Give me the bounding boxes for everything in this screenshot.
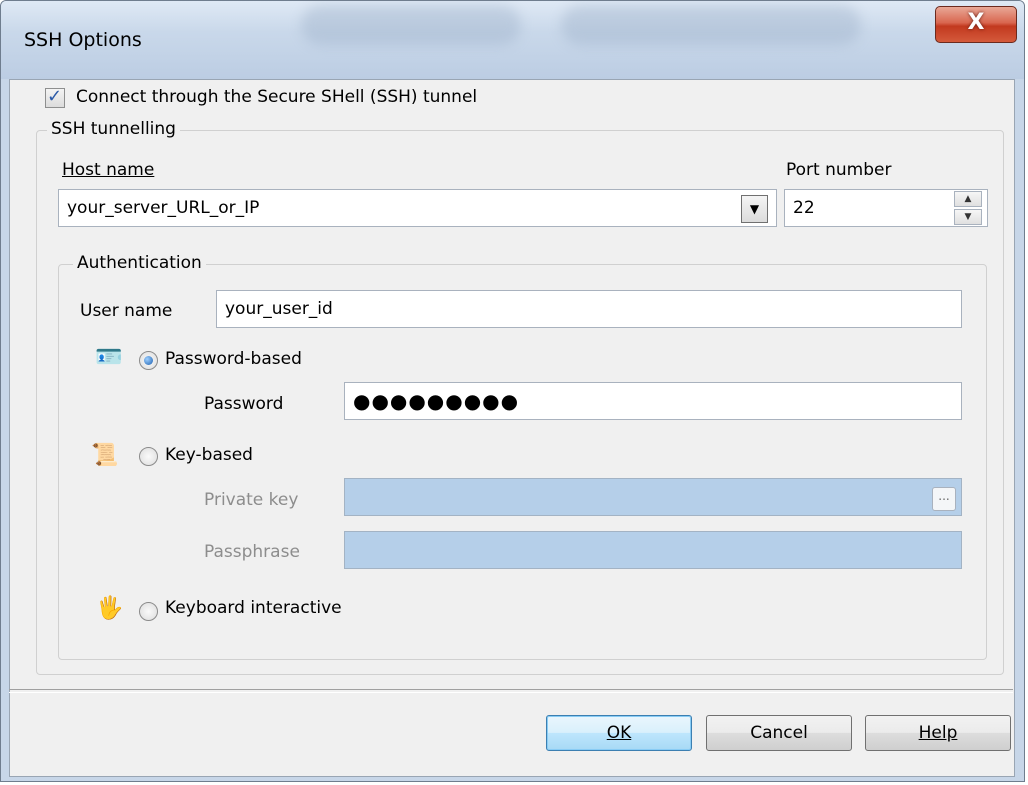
connect-ssh-label[interactable]: Connect through the Secure SHell (SSH) t… — [76, 87, 477, 107]
password-based-label[interactable]: Password-based — [165, 349, 302, 369]
private-key-input[interactable] — [344, 478, 962, 516]
connect-ssh-checkbox[interactable]: ✓ — [45, 86, 65, 108]
id-card-icon: 🪪 — [95, 345, 123, 370]
user-name-value: your_user_id — [225, 299, 333, 319]
help-button-label: Help — [918, 723, 958, 743]
close-button[interactable]: X — [935, 6, 1017, 43]
password-label: Password — [204, 394, 284, 414]
host-name-value: your_server_URL_or_IP — [67, 198, 260, 218]
close-icon: X — [967, 10, 985, 35]
authentication-legend: Authentication — [73, 253, 206, 273]
passphrase-label: Passphrase — [204, 542, 300, 562]
keyboard-interactive-radio[interactable] — [139, 602, 158, 621]
port-spinner[interactable]: ▲ ▼ — [954, 191, 982, 225]
ok-button[interactable]: OK — [546, 715, 692, 751]
key-based-radio[interactable] — [139, 447, 158, 466]
host-name-label: Host name — [62, 160, 155, 180]
chevron-down-icon: ▼ — [749, 202, 760, 216]
spin-down-icon[interactable]: ▼ — [954, 209, 982, 225]
window-title: SSH Options — [24, 29, 142, 51]
host-dropdown-button[interactable]: ▼ — [741, 195, 768, 223]
title-bar[interactable]: SSH Options X — [1, 1, 1024, 79]
certificate-icon: 📜 — [91, 443, 119, 468]
keyboard-interactive-label[interactable]: Keyboard interactive — [165, 598, 342, 618]
help-button[interactable]: Help — [865, 715, 1011, 751]
browse-private-key-button[interactable]: ... — [932, 487, 956, 511]
ok-button-label: OK — [606, 723, 632, 743]
ssh-tunnelling-legend: SSH tunnelling — [47, 119, 180, 139]
cancel-button[interactable]: Cancel — [706, 715, 852, 751]
host-name-combobox[interactable]: your_server_URL_or_IP — [58, 189, 777, 227]
port-number-value: 22 — [793, 198, 815, 218]
spin-up-icon[interactable]: ▲ — [954, 191, 982, 207]
user-name-label: User name — [80, 301, 173, 321]
password-input[interactable]: ●●●●●●●●● — [344, 382, 962, 420]
checkmark-icon: ✓ — [47, 86, 63, 107]
passphrase-input[interactable] — [344, 531, 962, 569]
password-value: ●●●●●●●●● — [353, 389, 520, 413]
private-key-label: Private key — [204, 490, 299, 510]
user-name-input[interactable]: your_user_id — [216, 290, 962, 328]
key-based-label[interactable]: Key-based — [165, 445, 253, 465]
keyboard-hand-icon: 🖐 — [96, 596, 124, 621]
button-separator — [9, 689, 1013, 693]
cancel-button-label: Cancel — [750, 723, 808, 743]
port-number-label: Port number — [786, 160, 892, 180]
password-based-radio[interactable] — [139, 351, 158, 370]
